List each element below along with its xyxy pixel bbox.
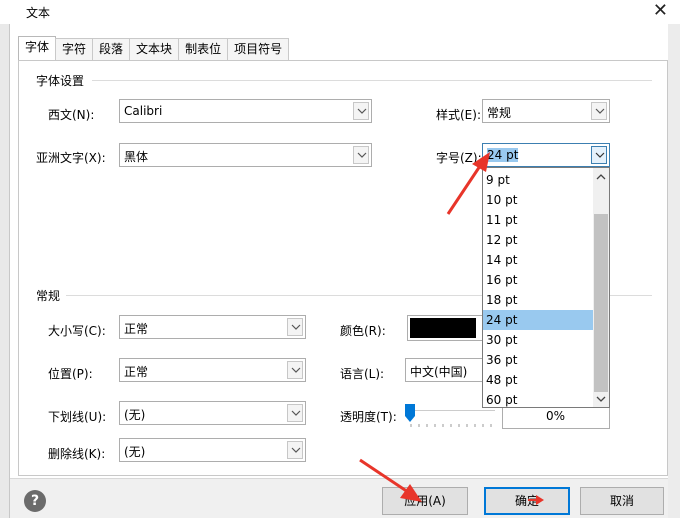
size-option[interactable]: 16 pt: [483, 270, 593, 290]
dialog-title: 文本: [26, 6, 51, 20]
general-section-label: 常规: [36, 289, 61, 303]
tab-text-block[interactable]: 文本块: [129, 38, 180, 60]
style-label: 样式(E):: [436, 108, 481, 122]
color-picker[interactable]: [407, 315, 485, 341]
underline-label: 下划线(U):: [48, 410, 107, 424]
style-value: 常规: [487, 106, 512, 120]
color-swatch: [410, 318, 476, 338]
close-icon[interactable]: ✕: [653, 1, 668, 21]
western-font-value: Calibri: [124, 104, 163, 118]
size-option-selected[interactable]: 24 pt: [483, 310, 593, 330]
language-value: 中文(中国): [410, 365, 468, 379]
chevron-down-icon[interactable]: [353, 146, 369, 164]
chevron-down-icon[interactable]: [596, 396, 606, 402]
annotation-arrow-icon: [359, 458, 422, 502]
tab-tabstops[interactable]: 制表位: [178, 38, 229, 60]
scrollbar-thumb[interactable]: [594, 214, 608, 392]
position-label: 位置(P):: [48, 367, 93, 381]
chevron-down-icon[interactable]: [287, 318, 303, 336]
asian-font-combo[interactable]: 黑体: [119, 143, 372, 167]
strikethrough-combo[interactable]: (无): [119, 438, 306, 462]
size-combo[interactable]: 24 pt: [482, 143, 610, 167]
asian-font-value: 黑体: [124, 150, 149, 164]
background-window-edge-right: [668, 0, 680, 518]
size-option[interactable]: 12 pt: [483, 230, 593, 250]
tab-paragraph[interactable]: 段落: [92, 38, 131, 60]
language-combo[interactable]: 中文(中国): [405, 358, 485, 382]
tab-bullets[interactable]: 项目符号: [227, 38, 290, 60]
chevron-down-icon[interactable]: [591, 102, 607, 120]
chevron-down-icon[interactable]: [591, 146, 607, 164]
size-option[interactable]: 18 pt: [483, 290, 593, 310]
strikethrough-label: 删除线(K):: [48, 447, 106, 461]
western-font-combo[interactable]: Calibri: [119, 99, 372, 123]
transparency-value: 0%: [545, 409, 565, 423]
size-option[interactable]: 30 pt: [483, 330, 593, 350]
font-size-dropdown-list[interactable]: 9 pt 10 pt 11 pt 12 pt 14 pt 16 pt 18 pt…: [482, 167, 610, 408]
help-icon[interactable]: ?: [24, 490, 46, 512]
underline-value: (无): [124, 408, 146, 422]
transparency-label: 透明度(T):: [340, 410, 397, 424]
tab-strip: 字体 字符 段落 文本块 制表位 项目符号: [18, 36, 290, 60]
style-combo[interactable]: 常规: [482, 99, 610, 123]
chevron-down-icon[interactable]: [287, 404, 303, 422]
size-option[interactable]: 36 pt: [483, 350, 593, 370]
position-combo[interactable]: 正常: [119, 358, 306, 382]
case-value: 正常: [124, 322, 149, 336]
slider-ticks: [410, 424, 492, 427]
annotation-arrow-icon: [446, 152, 490, 215]
tab-character[interactable]: 字符: [55, 38, 94, 60]
transparency-slider-thumb[interactable]: [405, 404, 415, 422]
chevron-down-icon[interactable]: [353, 102, 369, 120]
underline-combo[interactable]: (无): [119, 401, 306, 425]
chevron-up-icon[interactable]: [596, 174, 606, 180]
case-combo[interactable]: 正常: [119, 315, 306, 339]
cancel-button[interactable]: 取消: [580, 487, 664, 515]
font-settings-section-label: 字体设置: [36, 74, 85, 88]
asian-font-label: 亚洲文字(X):: [36, 151, 106, 165]
transparency-slider-track[interactable]: [411, 410, 495, 411]
western-font-label: 西文(N):: [48, 108, 95, 122]
tab-font[interactable]: 字体: [18, 36, 57, 60]
section-divider: [92, 80, 652, 81]
position-value: 正常: [124, 365, 149, 379]
case-label: 大小写(C):: [48, 324, 106, 338]
dialog-titlebar: 文本 ✕: [0, 0, 680, 24]
background-window-edge: [0, 0, 10, 518]
size-option[interactable]: 60 pt: [483, 390, 593, 410]
chevron-down-icon[interactable]: [287, 441, 303, 459]
language-label: 语言(L):: [340, 367, 385, 381]
strikethrough-value: (无): [124, 445, 146, 459]
color-label: 颜色(R):: [340, 324, 386, 338]
chevron-down-icon[interactable]: [287, 361, 303, 379]
annotation-arrow-icon: [528, 495, 544, 505]
size-option[interactable]: 14 pt: [483, 250, 593, 270]
dropdown-scrollbar[interactable]: [593, 168, 609, 407]
size-option[interactable]: 48 pt: [483, 370, 593, 390]
